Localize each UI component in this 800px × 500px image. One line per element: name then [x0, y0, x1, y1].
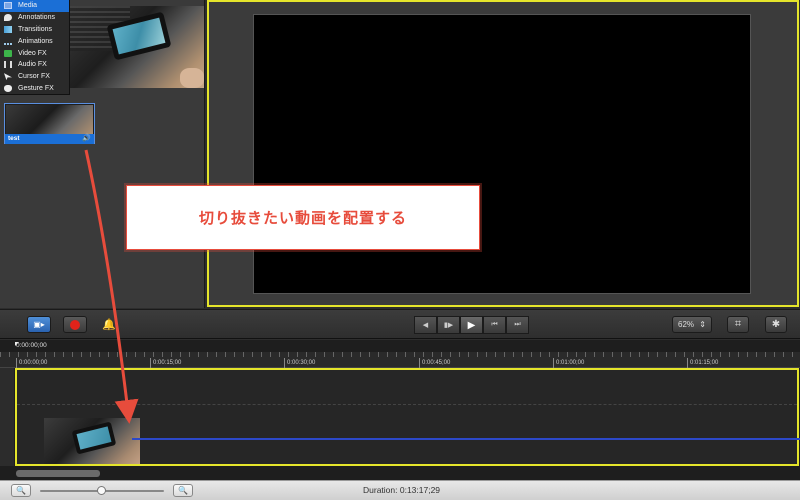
settings-button[interactable]: ✱ [765, 316, 787, 333]
callout-text: 切り抜きたい動画を配置する [198, 210, 407, 227]
menu-item-label: Media [18, 2, 38, 10]
menu-item-label: Transitions [18, 25, 52, 33]
zoom-level: 62% [678, 320, 695, 329]
magnifier-large-icon: 🔍 [178, 486, 188, 495]
skip-end-button[interactable]: ⏭ [506, 316, 529, 334]
tool-menu: Media Annotations Transitions Animations… [0, 0, 70, 95]
annotation-callout: 切り抜きたい動画を配置する [126, 185, 480, 250]
menu-item-video-fx[interactable]: Video FX [0, 47, 69, 59]
play-icon: ▶ [467, 319, 476, 331]
magnifier-small-icon: 🔍 [16, 486, 26, 495]
menu-item-gesture-fx[interactable]: Gesture FX [0, 83, 69, 95]
crop-button[interactable]: ⌗ [727, 316, 749, 333]
video-fx-icon [4, 49, 12, 57]
clip-name: test [8, 135, 20, 142]
timeline-video-clip[interactable] [44, 418, 140, 464]
menu-item-label: Audio FX [18, 61, 47, 69]
duration-label: Duration: 0:13:17;29 [363, 485, 441, 495]
menu-item-label: Gesture FX [18, 84, 54, 92]
media-library-panel: test 🔊 Media Annotations Transitions Ani… [0, 0, 205, 308]
chevron-updown-icon: ⇕ [699, 320, 706, 329]
audio-track-line[interactable] [132, 438, 800, 440]
menu-item-media[interactable]: Media [0, 0, 69, 12]
skip-end-icon: ⏭ [514, 321, 521, 328]
ruler-tick: 0:00:15;00 [150, 358, 181, 368]
ruler-tick: 0:00:00;00 [16, 358, 47, 368]
track-headers [0, 368, 14, 466]
track-divider [17, 404, 797, 405]
time-ruler[interactable]: 0:00:00;00 0:00:15;00 0:00:30;00 0:00:45… [0, 352, 800, 368]
cursor-fx-icon [4, 73, 12, 81]
menu-item-annotations[interactable]: Annotations [0, 12, 69, 24]
timeline: 0:00:00;00 0:00:00;00 0:00:15;00 0:00:30… [0, 340, 800, 480]
transport-controls: ◀ ▮▶ ▶ ⏮ ⏭ [414, 316, 529, 334]
menu-item-animations[interactable]: Animations [0, 35, 69, 47]
screen-capture-button[interactable]: ▣▸ [27, 316, 51, 333]
animations-icon [4, 38, 12, 45]
annotations-icon [4, 14, 12, 22]
zoom-in-button[interactable]: 🔍 [173, 484, 193, 497]
menu-item-audio-fx[interactable]: Audio FX [0, 59, 69, 71]
timeline-scrollbar[interactable] [16, 470, 100, 477]
gear-icon: ✱ [771, 319, 781, 330]
ruler-tick: 0:01:00;00 [553, 358, 584, 368]
media-icon [4, 2, 12, 10]
menu-item-label: Animations [18, 37, 53, 45]
rewind-icon: ◀ [422, 322, 429, 329]
media-clip-test[interactable]: test 🔊 [4, 103, 95, 144]
audio-fx-icon [4, 61, 12, 69]
menu-item-label: Cursor FX [18, 73, 50, 81]
crop-icon: ⌗ [734, 318, 742, 330]
transitions-icon [4, 25, 12, 33]
menu-item-label: Video FX [18, 49, 47, 57]
playhead-time: 0:00:00;00 [16, 342, 47, 349]
record-icon [70, 319, 80, 330]
canvas-zoom-select[interactable]: 62% ⇕ [672, 316, 712, 333]
media-preview-thumbnail[interactable] [70, 6, 204, 88]
video-canvas[interactable] [253, 14, 751, 294]
skip-start-button[interactable]: ⏮ [483, 316, 506, 334]
ruler-tick: 0:00:30;00 [284, 358, 315, 368]
play-button[interactable]: ▶ [460, 316, 483, 334]
step-back-button[interactable]: ▮▶ [437, 316, 460, 334]
canvas-frame [207, 0, 799, 307]
ruler-tick: 0:00:45;00 [419, 358, 450, 368]
menu-item-label: Annotations [18, 14, 55, 22]
status-bar: 🔍 🔍 Duration: 0:13:17;29 [0, 480, 800, 500]
clip-thumbnail [6, 105, 93, 134]
bell-icon[interactable]: 🔔 [102, 318, 116, 331]
skip-start-icon: ⏮ [491, 321, 498, 328]
record-button[interactable] [63, 316, 87, 333]
speaker-icon: 🔊 [82, 135, 91, 142]
menu-item-transitions[interactable]: Transitions [0, 24, 69, 36]
camera-icon: ▣▸ [33, 320, 45, 329]
track-area[interactable] [15, 368, 800, 466]
rewind-button[interactable]: ◀ [414, 316, 437, 334]
gesture-fx-icon [4, 84, 12, 92]
screenflow-window: test 🔊 Media Annotations Transitions Ani… [0, 0, 800, 500]
playback-toolbar: ▣▸ 🔔 ◀ ▮▶ ▶ ⏮ ⏭ 62% ⇕ ⌗ ✱ [0, 309, 800, 339]
zoom-slider-knob[interactable] [97, 486, 106, 495]
clip-title-bar: test 🔊 [5, 134, 94, 144]
step-back-icon: ▮▶ [443, 322, 454, 329]
zoom-out-button[interactable]: 🔍 [11, 484, 31, 497]
menu-item-cursor-fx[interactable]: Cursor FX [0, 71, 69, 83]
ruler-tick: 0:01:15;00 [687, 358, 718, 368]
